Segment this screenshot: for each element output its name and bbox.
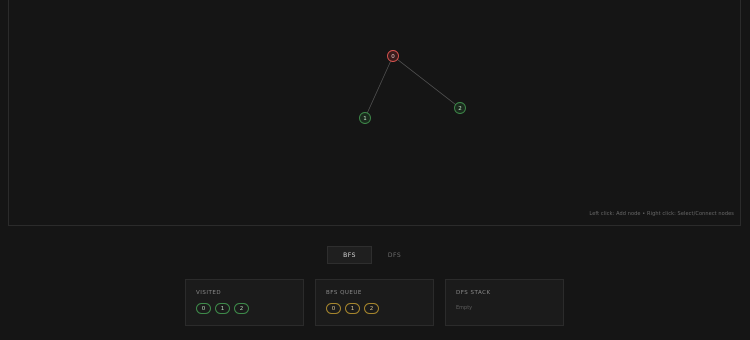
graph-node-1[interactable]: 1 xyxy=(359,112,371,124)
queue-chip: 2 xyxy=(364,303,379,314)
visited-title: VISITED xyxy=(196,290,222,296)
node-label: 1 xyxy=(363,116,367,122)
graph-node-0[interactable]: 0 xyxy=(387,50,399,62)
stack-panel: DFS STACK Empty xyxy=(445,279,564,326)
graph-node-2[interactable]: 2 xyxy=(454,102,466,114)
queue-chip: 1 xyxy=(345,303,360,314)
stack-empty-text: Empty xyxy=(456,305,473,311)
stack-title: DFS STACK xyxy=(456,290,491,296)
queue-chip: 0 xyxy=(326,303,341,314)
node-label: 0 xyxy=(391,54,395,60)
algorithm-tabs: BFS DFS xyxy=(327,246,417,264)
tab-bfs[interactable]: BFS xyxy=(327,246,372,264)
edge-0-1 xyxy=(364,55,394,119)
visited-list: 0 1 2 xyxy=(196,303,249,314)
graph-canvas[interactable]: 0 1 2 Left click: Add node • Right click… xyxy=(8,0,741,226)
page: 0 1 2 Left click: Add node • Right click… xyxy=(0,0,750,340)
edges-layer xyxy=(364,55,461,119)
visited-panel: VISITED 0 1 2 xyxy=(185,279,304,326)
state-panels: VISITED 0 1 2 BFS QUEUE 0 1 2 DFS STACK … xyxy=(185,279,564,326)
canvas-hint: Left click: Add node • Right click: Sele… xyxy=(589,211,734,217)
visited-chip: 2 xyxy=(234,303,249,314)
tab-dfs[interactable]: DFS xyxy=(372,246,417,264)
graph-svg[interactable]: 0 1 2 xyxy=(9,0,742,226)
queue-list: 0 1 2 xyxy=(326,303,379,314)
visited-chip: 0 xyxy=(196,303,211,314)
node-label: 2 xyxy=(458,106,462,112)
queue-panel: BFS QUEUE 0 1 2 xyxy=(315,279,434,326)
visited-chip: 1 xyxy=(215,303,230,314)
edge-0-2 xyxy=(392,55,461,109)
queue-title: BFS QUEUE xyxy=(326,290,362,296)
